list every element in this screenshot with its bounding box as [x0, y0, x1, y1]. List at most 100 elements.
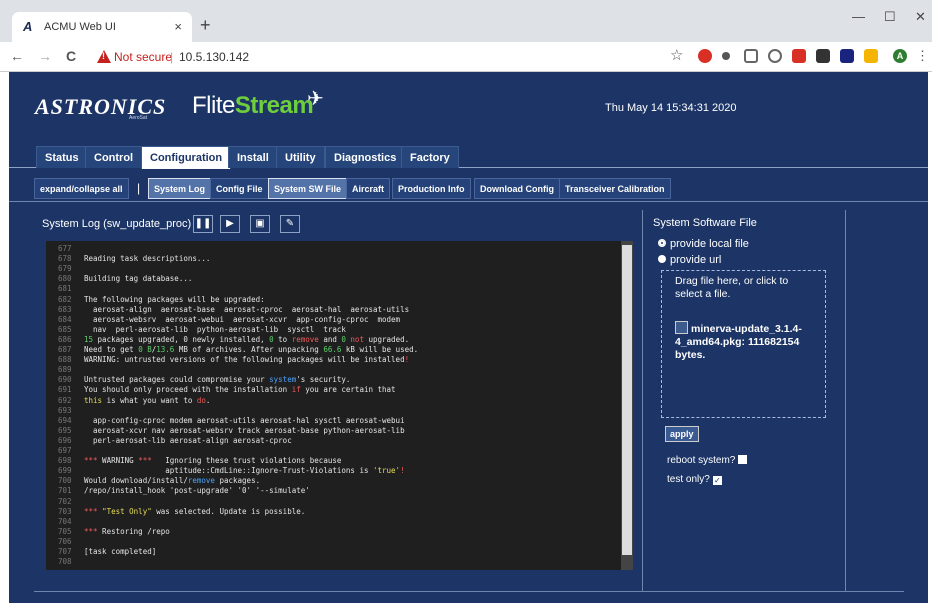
profile-avatar[interactable]: A — [893, 49, 907, 63]
clear-button[interactable]: ✎ — [280, 215, 300, 233]
airplane-icon: ✈ — [307, 88, 324, 110]
subtab-aircraft[interactable]: Aircraft — [346, 178, 391, 199]
extension-yellow-icon[interactable] — [864, 49, 878, 63]
log-scrollbar-thumb[interactable] — [622, 245, 632, 555]
tab-diagnostics[interactable]: Diagnostics — [325, 146, 406, 168]
log-line: 701/repo/install_hook 'post-upgrade' '0'… — [46, 487, 616, 496]
bookmark-star-icon[interactable]: ☆ — [670, 48, 683, 64]
subtab-system-log[interactable]: System Log — [148, 178, 212, 199]
tab-utility[interactable]: Utility — [276, 146, 325, 168]
log-output[interactable]: 677 678 Reading task descriptions... 679 680… — [46, 241, 633, 570]
log-line-number: 690 — [58, 375, 72, 385]
back-icon[interactable]: ← — [10, 48, 24, 64]
log-line-text: You should only proceed with the install… — [84, 385, 396, 395]
log-line: 707 [task completed] — [46, 547, 616, 557]
reboot-checkbox[interactable] — [738, 455, 748, 464]
log-line: 689 — [46, 366, 616, 375]
security-label[interactable]: Not secure — [114, 46, 172, 68]
log-line: 704 — [46, 517, 616, 527]
address-separator: | — [170, 50, 174, 64]
product-name-a: Flite — [192, 92, 235, 119]
log-line-number: 700 — [58, 476, 72, 486]
browser-tab[interactable]: A ACMU Web UI × — [12, 12, 192, 42]
save-button[interactable]: ▣ — [250, 215, 270, 233]
log-line-text: nav perl-aerosat-lib python-aerosat-lib … — [84, 324, 346, 334]
log-line-text: WARNING: untrusted versions of the follo… — [84, 355, 410, 365]
log-line-text: Need to get 0 B/13.6 MB of archives. Aft… — [84, 345, 419, 354]
url-text[interactable]: 10.5.130.142 — [179, 46, 249, 68]
radio-unselected-icon[interactable] — [658, 255, 666, 263]
log-line: 700 Would download/install/remove package… — [46, 476, 616, 486]
radio-local-label: provide local file — [670, 238, 749, 250]
tab-install[interactable]: Install — [228, 146, 278, 168]
log-line: 682 The following packages will be upgrad… — [46, 294, 616, 305]
log-line-text: The following packages will be upgraded: — [84, 294, 265, 304]
adblock-extension-icon[interactable] — [698, 49, 712, 63]
selected-file: minerva-update_3.1.4-4_amd64.pkg: 111682… — [675, 321, 820, 362]
log-line-text: Building tag database... — [84, 274, 193, 284]
forward-icon[interactable]: → — [38, 48, 52, 64]
log-line-number: 691 — [58, 385, 72, 395]
log-line: 684 aerosat-websrv aerosat-webui aerosat… — [46, 314, 616, 325]
apply-button[interactable]: apply — [665, 426, 699, 442]
test-only-checkbox[interactable]: ✓ — [712, 476, 722, 485]
radio-local-file[interactable]: provide local file — [658, 238, 749, 250]
play-button[interactable]: ▶ — [220, 215, 240, 233]
tab-configuration[interactable]: Configuration — [141, 146, 232, 169]
new-tab-icon[interactable]: + — [200, 16, 211, 34]
extension-red-icon[interactable] — [792, 49, 806, 63]
extension-pi-icon[interactable] — [840, 49, 854, 63]
log-line-text: [task completed] — [84, 547, 157, 556]
log-line-text: Reading task descriptions... — [84, 254, 211, 264]
log-line-text: *** Restoring /repo — [84, 526, 170, 536]
log-scrollbar[interactable] — [621, 241, 633, 570]
tab-status[interactable]: Status — [36, 146, 88, 168]
address-bar[interactable]: Not secure | 10.5.130.142 — [94, 46, 654, 68]
subtab-download-config[interactable]: Download Config — [474, 178, 560, 199]
tab-close-icon[interactable]: × — [174, 19, 182, 34]
log-line: 697 — [46, 446, 616, 456]
test-label: test only? — [667, 474, 710, 485]
log-line-number: 693 — [58, 405, 72, 415]
log-line-number: 689 — [58, 365, 72, 375]
file-drop-zone[interactable]: Drag file here, or click to select a fil… — [661, 270, 826, 418]
restore-icon[interactable]: ☐ — [884, 9, 896, 25]
browser-tab-strip: A ACMU Web UI × + — ☐ ✕ — [0, 0, 932, 42]
log-line: 678 Reading task descriptions... — [46, 254, 616, 264]
subtab-transceiver-calibration[interactable]: Transceiver Calibration — [559, 178, 671, 199]
log-line-number: 706 — [58, 536, 72, 546]
pause-button[interactable]: ❚❚ — [193, 215, 213, 233]
bottom-divider — [34, 591, 904, 592]
reboot-label: reboot system? — [667, 455, 736, 466]
log-line-number: 692 — [58, 395, 72, 405]
log-line-text: perl-aerosat-lib aerosat-align aerosat-c… — [84, 435, 292, 445]
log-line-number: 686 — [58, 334, 72, 344]
tab-factory[interactable]: Factory — [401, 146, 459, 168]
log-line-number: 698 — [58, 456, 72, 466]
extension-shield-icon[interactable] — [744, 49, 758, 63]
radio-selected-icon[interactable] — [658, 239, 666, 247]
log-line-text: aerosat-websrv aerosat-webui aerosat-xcv… — [84, 314, 401, 324]
file-info: minerva-update_3.1.4-4_amd64.pkg: 111682… — [675, 323, 802, 361]
logo-subtext: AeroSat — [129, 115, 148, 121]
log-line: 679 — [46, 265, 616, 274]
subtab-system-sw-file[interactable]: System SW File — [268, 178, 348, 199]
log-line: 681 — [46, 285, 616, 294]
browser-menu-icon[interactable]: ⋮ — [916, 48, 929, 64]
reload-icon[interactable]: C — [66, 48, 76, 64]
expand-collapse-button[interactable]: expand/collapse all — [34, 178, 129, 199]
minimize-icon[interactable]: — — [852, 9, 865, 24]
log-line: 683 aerosat-align aerosat-base aerosat-c… — [46, 305, 616, 315]
window-close-icon[interactable]: ✕ — [915, 9, 926, 25]
log-line-number: 679 — [58, 264, 72, 274]
extension-circle-icon[interactable] — [768, 49, 782, 63]
extension-dark-icon[interactable] — [816, 49, 830, 63]
tab-control[interactable]: Control — [85, 146, 143, 168]
extension-dot-icon[interactable] — [722, 52, 730, 60]
test-option: test only? ✓ — [667, 474, 722, 485]
radio-url[interactable]: provide url — [658, 254, 721, 266]
subtab-production-info[interactable]: Production Info — [392, 178, 471, 199]
subtab-config-file[interactable]: Config File — [210, 178, 269, 199]
log-line: 677 — [46, 244, 616, 254]
log-line-text: *** "Test Only" was selected. Update is … — [84, 506, 306, 516]
